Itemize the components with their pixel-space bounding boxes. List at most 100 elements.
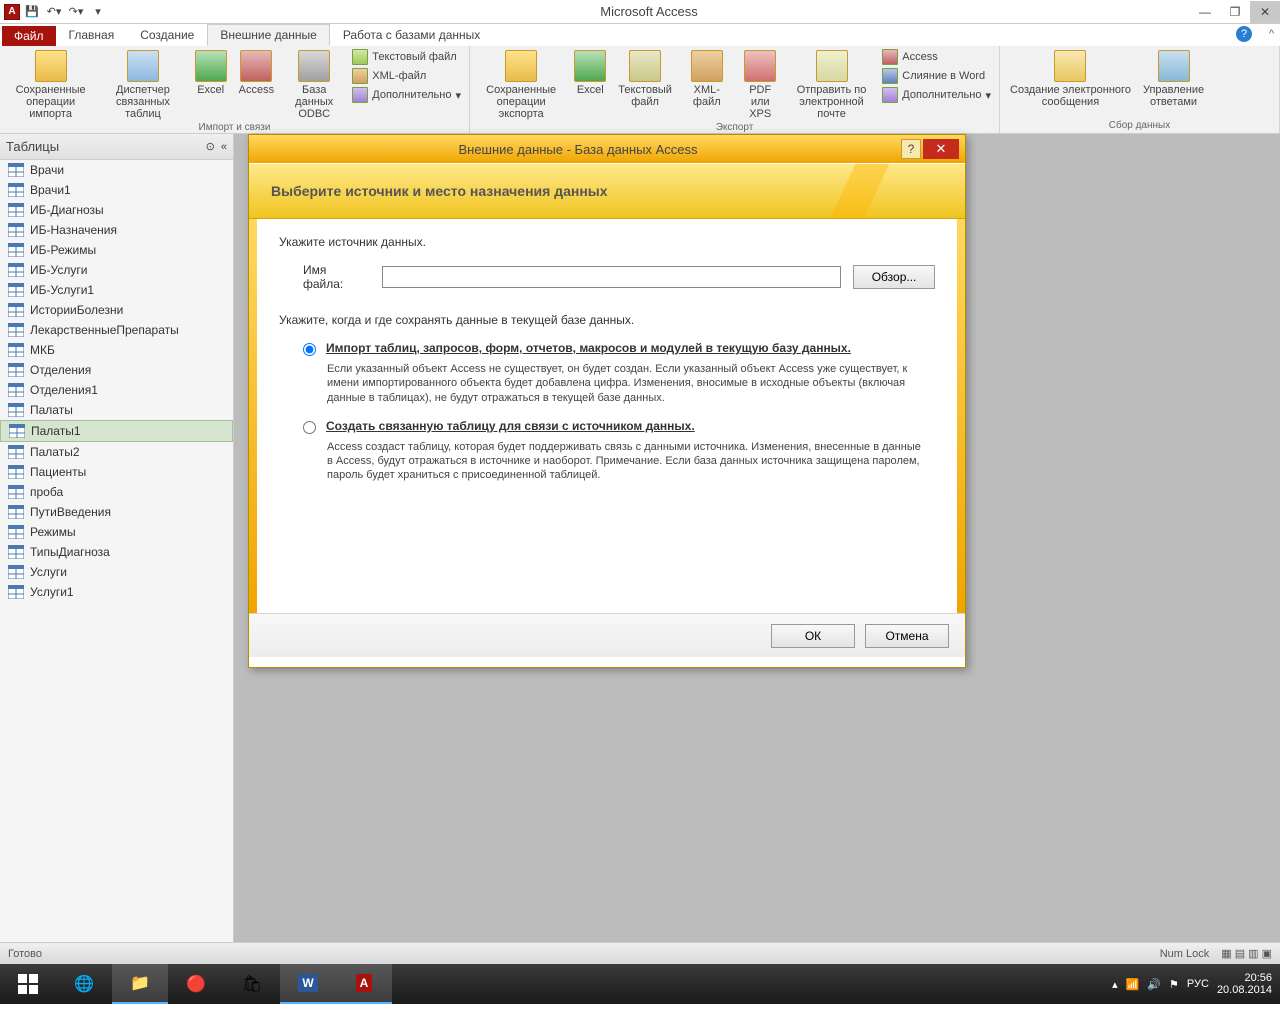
table-icon — [8, 343, 24, 357]
dialog-close-button[interactable]: ✕ — [923, 139, 959, 159]
title-bar: A 💾 ↶▾ ↷▾ ▾ Microsoft Access — ❐ ✕ — [0, 0, 1280, 24]
nav-table-item[interactable]: МКБ — [0, 340, 233, 360]
import-xml-button[interactable]: XML-файл — [350, 67, 463, 85]
maximize-button[interactable]: ❐ — [1220, 1, 1250, 23]
table-icon — [8, 303, 24, 317]
nav-table-item[interactable]: проба — [0, 482, 233, 502]
ok-button[interactable]: ОК — [771, 624, 855, 648]
search-icon[interactable]: ⊙ — [206, 140, 215, 153]
import-option-label[interactable]: Импорт таблиц, запросов, форм, отчетов, … — [326, 341, 851, 356]
collapse-pane-icon[interactable]: « — [221, 141, 227, 153]
qat-more-icon[interactable]: ▾ — [88, 2, 108, 22]
taskbar-chrome[interactable]: 🔴 — [168, 964, 224, 1004]
excel-icon — [574, 50, 606, 82]
nav-table-item[interactable]: ТипыДиагноза — [0, 542, 233, 562]
nav-table-item[interactable]: Врачи — [0, 160, 233, 180]
taskbar-explorer[interactable]: 📁 — [112, 964, 168, 1004]
nav-table-item[interactable]: Палаты — [0, 400, 233, 420]
tab-database-tools[interactable]: Работа с базами данных — [330, 24, 493, 46]
nav-table-item[interactable]: Услуги1 — [0, 582, 233, 602]
cancel-button[interactable]: Отмена — [865, 624, 949, 648]
word-icon — [882, 68, 898, 84]
ribbon-tabs: Файл Главная Создание Внешние данные Раб… — [0, 24, 1280, 46]
nav-table-item[interactable]: Отделения — [0, 360, 233, 380]
nav-table-item[interactable]: ИсторииБолезни — [0, 300, 233, 320]
nav-table-item[interactable]: ИБ-Услуги — [0, 260, 233, 280]
export-excel-button[interactable]: Excel — [570, 48, 610, 98]
dialog-banner: Выберите источник и место назначения дан… — [249, 163, 965, 219]
saved-exports-button[interactable]: Сохраненные операции экспорта — [476, 48, 566, 122]
save-icon[interactable]: 💾 — [22, 2, 42, 22]
dialog-help-button[interactable]: ? — [901, 139, 921, 159]
tab-create[interactable]: Создание — [127, 24, 207, 46]
import-access-button[interactable]: Access — [235, 48, 278, 98]
file-name-input[interactable] — [382, 266, 841, 288]
minimize-button[interactable]: — — [1190, 1, 1220, 23]
import-odbc-button[interactable]: База данных ODBC — [282, 48, 346, 122]
text-file-icon — [352, 49, 368, 65]
ribbon-collapse-icon[interactable]: ^ — [1269, 28, 1274, 40]
link-option-radio[interactable] — [303, 421, 316, 434]
import-excel-button[interactable]: Excel — [191, 48, 231, 98]
nav-table-item[interactable]: Пациенты — [0, 462, 233, 482]
export-pdf-button[interactable]: PDF или XPS — [738, 48, 783, 122]
browse-button[interactable]: Обзор... — [853, 265, 935, 289]
table-icon — [8, 525, 24, 539]
tray-network-icon[interactable]: 📶 — [1126, 978, 1140, 991]
help-icon[interactable]: ? — [1236, 26, 1252, 42]
tray-volume-icon[interactable]: 🔊 — [1147, 978, 1161, 991]
nav-table-item[interactable]: ЛекарственныеПрепараты — [0, 320, 233, 340]
tray-clock[interactable]: 20:56 20.08.2014 — [1217, 972, 1272, 996]
nav-table-item[interactable]: Режимы — [0, 522, 233, 542]
tab-file[interactable]: Файл — [2, 26, 56, 46]
import-more-button[interactable]: Дополнительно ▾ — [350, 86, 463, 104]
undo-icon[interactable]: ↶▾ — [44, 2, 64, 22]
create-email-button[interactable]: Создание электронного сообщения — [1006, 48, 1135, 110]
access-icon — [882, 49, 898, 65]
nav-table-item[interactable]: Отделения1 — [0, 380, 233, 400]
nav-table-item[interactable]: Палаты1 — [0, 420, 233, 442]
tray-flag-icon[interactable]: ⚑ — [1169, 978, 1179, 991]
import-dialog: Внешние данные - База данных Access ? ✕ … — [248, 134, 966, 668]
view-buttons[interactable]: ▦ ▤ ▥ ▣ — [1221, 947, 1272, 960]
export-email-button[interactable]: Отправить по электронной почте — [787, 48, 877, 122]
manage-replies-button[interactable]: Управление ответами — [1139, 48, 1208, 110]
nav-table-item[interactable]: ПутиВведения — [0, 502, 233, 522]
start-button[interactable] — [0, 964, 56, 1004]
tray-lang[interactable]: РУС — [1187, 978, 1209, 990]
tray-up-icon[interactable]: ▴ — [1112, 978, 1118, 991]
tab-home[interactable]: Главная — [56, 24, 128, 46]
tab-external-data[interactable]: Внешние данные — [207, 24, 330, 46]
more-icon — [882, 87, 898, 103]
link-option-label[interactable]: Создать связанную таблицу для связи с ис… — [326, 419, 695, 434]
export-more-button[interactable]: Дополнительно ▾ — [880, 86, 993, 104]
nav-table-item[interactable]: ИБ-Диагнозы — [0, 200, 233, 220]
export-access-button[interactable]: Access — [880, 48, 993, 66]
close-button[interactable]: ✕ — [1250, 1, 1280, 23]
nav-table-item[interactable]: Палаты2 — [0, 442, 233, 462]
nav-table-item[interactable]: ИБ-Режимы — [0, 240, 233, 260]
nav-table-item[interactable]: Услуги — [0, 562, 233, 582]
access-icon — [240, 50, 272, 82]
nav-header[interactable]: Таблицы ⊙ « — [0, 134, 233, 160]
export-xml-button[interactable]: XML-файл — [680, 48, 734, 110]
linked-table-icon — [127, 50, 159, 82]
taskbar-store[interactable]: 🛍 — [224, 964, 280, 1004]
import-option-radio[interactable] — [303, 343, 316, 356]
export-text-button[interactable]: Текстовый файл — [614, 48, 676, 110]
taskbar-word[interactable]: W — [280, 964, 336, 1004]
taskbar-access[interactable]: A — [336, 964, 392, 1004]
taskbar-ie[interactable]: 🌐 — [56, 964, 112, 1004]
nav-table-item[interactable]: ИБ-Назначения — [0, 220, 233, 240]
destination-label: Укажите, когда и где сохранять данные в … — [279, 313, 935, 327]
nav-table-item[interactable]: Врачи1 — [0, 180, 233, 200]
linked-table-manager-button[interactable]: Диспетчер связанных таблиц — [99, 48, 186, 122]
table-icon — [8, 163, 24, 177]
nav-table-item[interactable]: ИБ-Услуги1 — [0, 280, 233, 300]
saved-imports-button[interactable]: Сохраненные операции импорта — [6, 48, 95, 122]
redo-icon[interactable]: ↷▾ — [66, 2, 86, 22]
import-text-button[interactable]: Текстовый файл — [350, 48, 463, 66]
export-word-button[interactable]: Слияние в Word — [880, 67, 993, 85]
table-icon — [8, 323, 24, 337]
table-icon — [8, 243, 24, 257]
